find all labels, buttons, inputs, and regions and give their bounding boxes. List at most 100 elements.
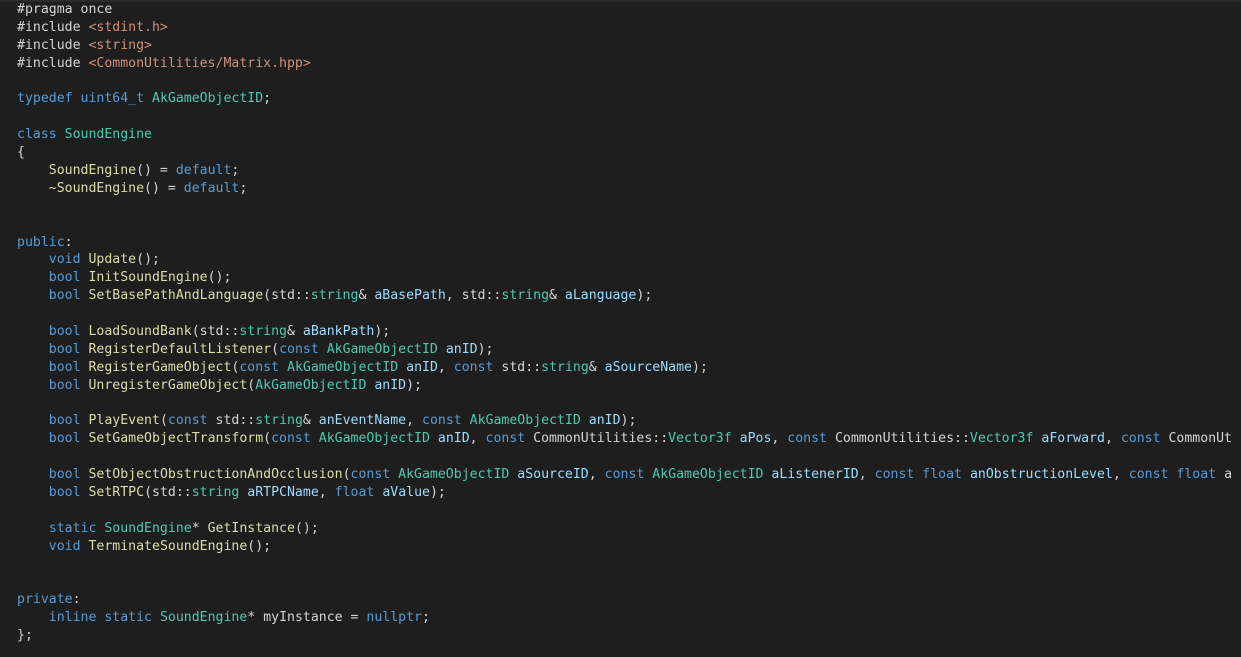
code-line[interactable]: bool SetGameObjectTransform(const AkGame… [17, 430, 1232, 448]
code-line[interactable]: bool UnregisterGameObject(AkGameObjectID… [17, 377, 1232, 395]
code-token-plain: CommonUtilities:: [525, 431, 669, 447]
code-token-plain: , [437, 359, 454, 375]
code-token-param: anID [445, 341, 478, 357]
code-token-keyword: const [453, 359, 494, 375]
code-token-keyword: typedef [17, 91, 73, 107]
code-token-type: AkGameObjectID [318, 431, 430, 447]
code-token-param: aSourceName [604, 359, 692, 375]
code-token-plain: { [17, 145, 25, 161]
code-token-param: aRTPCName [247, 485, 319, 501]
code-line[interactable]: ​ [17, 305, 1232, 323]
code-line[interactable]: ​ [17, 73, 1232, 91]
code-token-param: anID [588, 413, 621, 429]
code-token-param: aValue [382, 485, 430, 501]
code-token-func: SoundEngine [48, 163, 137, 179]
code-line[interactable]: void TerminateSoundEngine(); [17, 538, 1232, 556]
code-line[interactable]: bool RegisterGameObject(const AkGameObje… [17, 359, 1232, 377]
code-token-plain: ; [263, 91, 272, 107]
code-token-plain: myInstance = [263, 610, 367, 626]
code-token-plain: , [771, 431, 788, 447]
code-line[interactable]: ​ [17, 198, 1232, 216]
code-token-plain: & [286, 324, 303, 340]
code-token-param: anID [406, 359, 438, 375]
code-line[interactable]: ~SoundEngine() = default; [17, 180, 1232, 198]
code-line[interactable]: ​ [17, 108, 1232, 126]
code-token-type: AkGameObjectID [326, 341, 438, 357]
code-line[interactable]: }; [17, 627, 1232, 645]
code-token-keyword: const [279, 341, 319, 357]
code-line[interactable]: ​ [17, 448, 1232, 466]
code-token-plain: & [588, 359, 605, 375]
code-line[interactable]: bool SetObjectObstructionAndOcclusion(co… [17, 466, 1232, 484]
code-editor[interactable]: #pragma once #include <stdint.h> #include … [0, 0, 1241, 657]
code-line[interactable]: bool SetBasePathAndLanguage(std::string&… [17, 287, 1232, 305]
code-token-plain: : [64, 234, 73, 250]
code-token-keyword: const [350, 467, 391, 483]
code-token-keyword: const [485, 431, 526, 447]
code-line[interactable]: #include <string> [17, 37, 1232, 55]
code-line[interactable]: #pragma once [17, 1, 1232, 19]
code-line[interactable]: #include <stdint.h> [17, 19, 1232, 37]
code-token-keyword: void [48, 538, 81, 554]
code-token-plain: #include [17, 19, 89, 35]
code-token-plain: ( [342, 467, 351, 483]
code-token-plain: (); [247, 538, 272, 554]
code-line[interactable]: inline static SoundEngine* myInstance = … [17, 609, 1232, 627]
code-token-plain: (); [207, 270, 232, 286]
code-line[interactable]: ​ [17, 574, 1232, 592]
code-line[interactable]: { [17, 144, 1232, 162]
code-token-plain: #pragma once [17, 2, 113, 17]
code-line[interactable]: ​ [17, 556, 1232, 574]
code-token-keyword: inline [48, 610, 97, 626]
code-line[interactable]: bool SetRTPC(std::string aRTPCName, floa… [17, 484, 1232, 502]
code-token-keyword: static [48, 520, 97, 536]
code-token-plain: ( [159, 413, 168, 429]
code-token-plain: ( [263, 431, 272, 447]
code-line[interactable]: bool RegisterDefaultListener(const AkGam… [17, 341, 1232, 359]
code-token-keyword: const [1120, 431, 1161, 447]
code-token-keyword: float [334, 485, 375, 501]
code-token-keyword: bool [48, 288, 81, 304]
code-line[interactable]: void Update(); [17, 251, 1232, 269]
code-token-plain: CommonUt [1160, 431, 1232, 447]
code-token-plain: std:: [207, 413, 256, 429]
code-line[interactable]: ​ [17, 395, 1232, 413]
code-line[interactable]: class SoundEngine [17, 126, 1232, 144]
code-line[interactable]: bool PlayEvent(const std::string& anEven… [17, 412, 1232, 430]
code-token-func: RegisterDefaultListener [88, 341, 272, 357]
code-line[interactable]: SoundEngine() = default; [17, 162, 1232, 180]
code-token-plain: #include [17, 37, 89, 53]
code-token-func: ~SoundEngine [48, 180, 145, 196]
code-line[interactable]: static SoundEngine* GetInstance(); [17, 520, 1232, 538]
code-token-keyword: private [17, 592, 73, 608]
code-token-plain: , [858, 467, 875, 483]
code-line[interactable]: bool InitSoundEngine(); [17, 269, 1232, 287]
code-token-keyword: static [104, 610, 152, 626]
code-line[interactable]: private: [17, 591, 1232, 609]
code-token-plain: std:: [493, 359, 542, 375]
code-line[interactable]: ​ [17, 502, 1232, 520]
code-token-keyword: uint64_t [80, 91, 145, 107]
code-view[interactable]: #pragma once #include <stdint.h> #include … [17, 1, 1232, 645]
code-token-param: aBankPath [302, 324, 375, 340]
code-token-keyword: bool [48, 413, 81, 429]
code-line[interactable]: public: [17, 234, 1232, 252]
code-line[interactable]: typedef uint64_t AkGameObjectID; [17, 90, 1232, 108]
code-token-func: GetInstance [207, 520, 295, 536]
code-token-keyword: const [1128, 467, 1169, 483]
code-token-func: PlayEvent [88, 413, 160, 429]
code-line[interactable]: bool LoadSoundBank(std::string& aBankPat… [17, 323, 1232, 341]
code-line[interactable]: ​ [17, 216, 1232, 234]
code-line[interactable]: #include <CommonUtilities/Matrix.hpp> [17, 55, 1232, 73]
code-token-type: string [239, 324, 287, 340]
